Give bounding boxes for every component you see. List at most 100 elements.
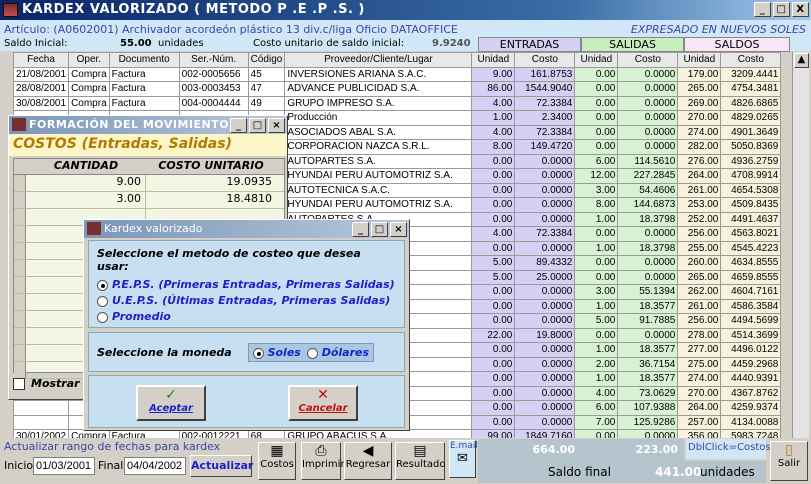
column-header[interactable]: Costo (720, 52, 782, 68)
show-checkbox[interactable] (13, 378, 25, 390)
table-cell: Factura (108, 81, 180, 97)
table-row[interactable]: 28/08/2001 Compra Factura 003-0003453 47 ADVA… (12, 81, 782, 97)
dlg-minimize-button[interactable]: _ (352, 222, 369, 237)
table-cell: 1.00 (574, 371, 619, 387)
cost-row[interactable]: 9.00 19.0935 (14, 175, 284, 192)
table-cell: 72.3384 (514, 124, 576, 140)
table-cell (12, 414, 70, 430)
radio-peps[interactable] (97, 279, 108, 291)
table-row[interactable]: 30/08/2001 Compra Factura 004-0004444 49 GRUP… (12, 95, 782, 111)
table-cell: 0.00 (471, 342, 516, 358)
column-header[interactable]: Proveedor/Cliente/Lugar (284, 52, 473, 68)
table-cell: 0.0000 (514, 385, 576, 401)
table-cell: 0.00 (471, 182, 516, 198)
table-cell: 89.4332 (514, 255, 576, 271)
column-header[interactable]: Unidad (471, 52, 516, 68)
email-button[interactable]: E.mail ✉ (449, 440, 478, 478)
initial-balance-value: 55.00 (120, 38, 152, 49)
column-header[interactable]: Unidad (677, 52, 722, 68)
column-header[interactable]: Fecha (12, 52, 70, 68)
total-salidas: 223.00 (581, 439, 684, 461)
maximize-button[interactable]: □ (773, 2, 790, 17)
table-cell: 0.0000 (514, 298, 576, 314)
scroll-up-icon[interactable]: ▲ (794, 53, 809, 68)
column-header[interactable]: Documento (108, 52, 180, 68)
column-header[interactable]: Oper. (68, 52, 110, 68)
back-button[interactable]: ◀ Regresar (344, 442, 392, 480)
table-cell: GRUPO IMPRESO S.A. (284, 95, 473, 111)
table-cell: 54.4606 (617, 182, 679, 198)
costos-button[interactable]: ▦ Costos (258, 442, 296, 480)
table-cell: 25.0000 (514, 269, 576, 285)
option-dolares[interactable]: Dólares (306, 346, 369, 359)
table-cell: 6.00 (574, 400, 619, 416)
accept-button[interactable]: ✓ Aceptar (136, 385, 206, 421)
table-cell: HYUNDAI PERU AUTOMOTRIZ S.A. (284, 197, 473, 213)
minimize-button[interactable]: _ (754, 2, 771, 17)
table-cell: 4514.3699 (720, 327, 782, 343)
update-button[interactable]: Actualizar (190, 455, 253, 477)
table-cell: 282.00 (677, 139, 722, 155)
option-soles[interactable]: Soles (252, 346, 301, 359)
table-row[interactable]: 21/08/2001 Compra Factura 002-0005656 45 INVE… (12, 66, 782, 82)
group-saldos: SALDOS (684, 37, 790, 52)
exit-button[interactable]: ▯ Salir (770, 441, 808, 481)
option-peps[interactable]: P.E.P.S. (Primeras Entradas, Primeras Sa… (97, 278, 396, 291)
table-cell: 4491.4637 (720, 211, 782, 227)
radio-dolares[interactable] (306, 347, 318, 359)
column-header[interactable]: Código (247, 52, 286, 68)
table-cell: 4634.8555 (720, 255, 782, 271)
end-date-input[interactable] (124, 457, 186, 475)
table-cell: 0.0000 (514, 313, 576, 329)
table-cell: 256.00 (677, 226, 722, 242)
option-ueps[interactable]: U.E.P.S. (Últimas Entradas, Primeras Sal… (97, 294, 396, 307)
table-cell: 0.0000 (617, 66, 679, 82)
table-cell: 0.00 (471, 153, 516, 169)
column-header[interactable]: Unidad (574, 52, 619, 68)
cost-row[interactable]: 3.00 18.4810 (14, 192, 284, 209)
table-cell: 4.00 (471, 95, 516, 111)
group-salidas: SALIDAS (581, 37, 684, 52)
start-date-input[interactable] (33, 457, 95, 475)
cancel-button[interactable]: ✕ Cancelar (288, 385, 358, 421)
cf-minimize-button[interactable]: _ (230, 118, 247, 133)
table-cell: 0.0000 (514, 342, 576, 358)
option-promedio[interactable]: Promedio (97, 310, 396, 323)
table-cell: Compra (68, 66, 110, 82)
table-cell: 269.00 (677, 95, 722, 111)
table-cell: 4440.9391 (720, 371, 782, 387)
table-cell: 55.1394 (617, 284, 679, 300)
column-header[interactable]: Ser.-Núm. (178, 52, 249, 68)
table-cell: 18.3798 (617, 211, 679, 227)
app-icon (3, 3, 18, 17)
table-cell: 1.00 (574, 211, 619, 227)
close-button[interactable]: X (792, 2, 809, 17)
costo-unitario-cell: 18.4810 (226, 192, 273, 205)
table-cell: 107.9388 (617, 400, 679, 416)
table-cell: 144.6873 (617, 197, 679, 213)
table-cell: 0.00 (471, 240, 516, 256)
table-cell: 4901.3649 (720, 124, 782, 140)
radio-promedio[interactable] (97, 311, 108, 323)
table-cell: 0.00 (574, 81, 619, 97)
final-balance-label: Saldo final (548, 465, 611, 479)
table-cell: 149.4720 (514, 139, 576, 155)
print-button[interactable]: ⎙ Imprimir (301, 442, 345, 480)
dlg-close-button[interactable]: × (390, 222, 407, 237)
table-cell: ASOCIADOS ABAL S.A. (284, 124, 473, 140)
envelope-icon: ✉ (457, 451, 468, 466)
result-button[interactable]: ▤ Resultado (395, 442, 446, 480)
column-header[interactable]: Costo (617, 52, 679, 68)
cf-close-button[interactable]: × (268, 118, 285, 133)
column-header[interactable]: Costo (514, 52, 576, 68)
table-cell: CORPORACION NAZCA S.R.L. (284, 139, 473, 155)
radio-soles[interactable] (252, 347, 264, 359)
radio-ueps[interactable] (97, 295, 108, 307)
dlg-maximize-button[interactable]: □ (371, 222, 388, 237)
table-cell: ADVANCE PUBLICIDAD S.A. (284, 81, 473, 97)
cf-maximize-button[interactable]: □ (249, 118, 266, 133)
vertical-scrollbar[interactable]: ▲ (792, 52, 809, 438)
unit-cost-value: 9.9240 (432, 38, 471, 49)
printer-icon: ⎙ (315, 443, 327, 459)
table-cell: 0.00 (471, 371, 516, 387)
